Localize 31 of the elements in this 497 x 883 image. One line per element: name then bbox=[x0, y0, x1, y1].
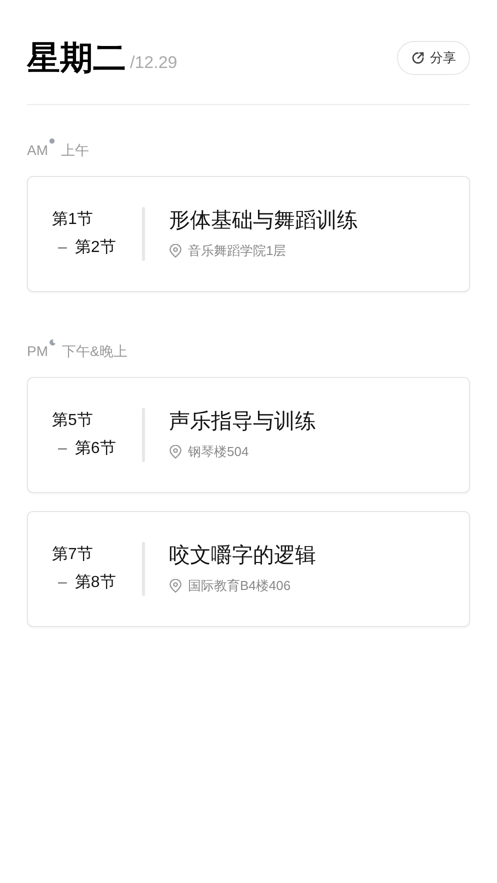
course-name: 形体基础与舞蹈训练 bbox=[169, 208, 358, 234]
end-period: 第8节 bbox=[74, 572, 116, 593]
location-pin-icon bbox=[169, 579, 182, 593]
location: 音乐舞蹈学院1层 bbox=[188, 242, 286, 260]
share-button[interactable]: 分享 bbox=[397, 41, 470, 75]
weekday-title: 星期二 bbox=[27, 38, 126, 78]
end-period: 第6节 bbox=[74, 438, 116, 459]
course-name: 咬文嚼字的逻辑 bbox=[169, 543, 316, 570]
share-icon bbox=[411, 51, 425, 65]
period-abbr: PM bbox=[27, 342, 48, 360]
start-period: 第7节 bbox=[52, 544, 94, 565]
start-period: 第5节 bbox=[52, 410, 94, 431]
course-card[interactable]: 第5节 – 第6节 声乐指导与训练 钢琴楼504 bbox=[27, 377, 470, 493]
dash: – bbox=[58, 573, 67, 593]
course-name: 声乐指导与训练 bbox=[169, 409, 316, 436]
course-card[interactable]: 第7节 – 第8节 咬文嚼字的逻辑 国际教育B4楼406 bbox=[27, 511, 470, 627]
location-pin-icon bbox=[169, 445, 182, 459]
location-pin-icon bbox=[169, 244, 182, 258]
period-label: 上午 bbox=[61, 140, 89, 160]
course-card[interactable]: 第1节 – 第2节 形体基础与舞蹈训练 音乐舞蹈学院1层 bbox=[27, 176, 470, 292]
dash: – bbox=[58, 238, 67, 258]
period-abbr: AM bbox=[27, 140, 48, 160]
period-label: 下午&晚上 bbox=[62, 342, 128, 360]
date: /12.29 bbox=[130, 52, 178, 74]
start-period: 第1节 bbox=[52, 210, 94, 230]
moon-icon bbox=[49, 338, 56, 346]
end-period: 第2节 bbox=[74, 238, 116, 258]
location: 钢琴楼504 bbox=[188, 443, 249, 462]
dash: – bbox=[58, 439, 67, 459]
sun-icon bbox=[49, 138, 55, 144]
location: 国际教育B4楼406 bbox=[188, 577, 291, 596]
